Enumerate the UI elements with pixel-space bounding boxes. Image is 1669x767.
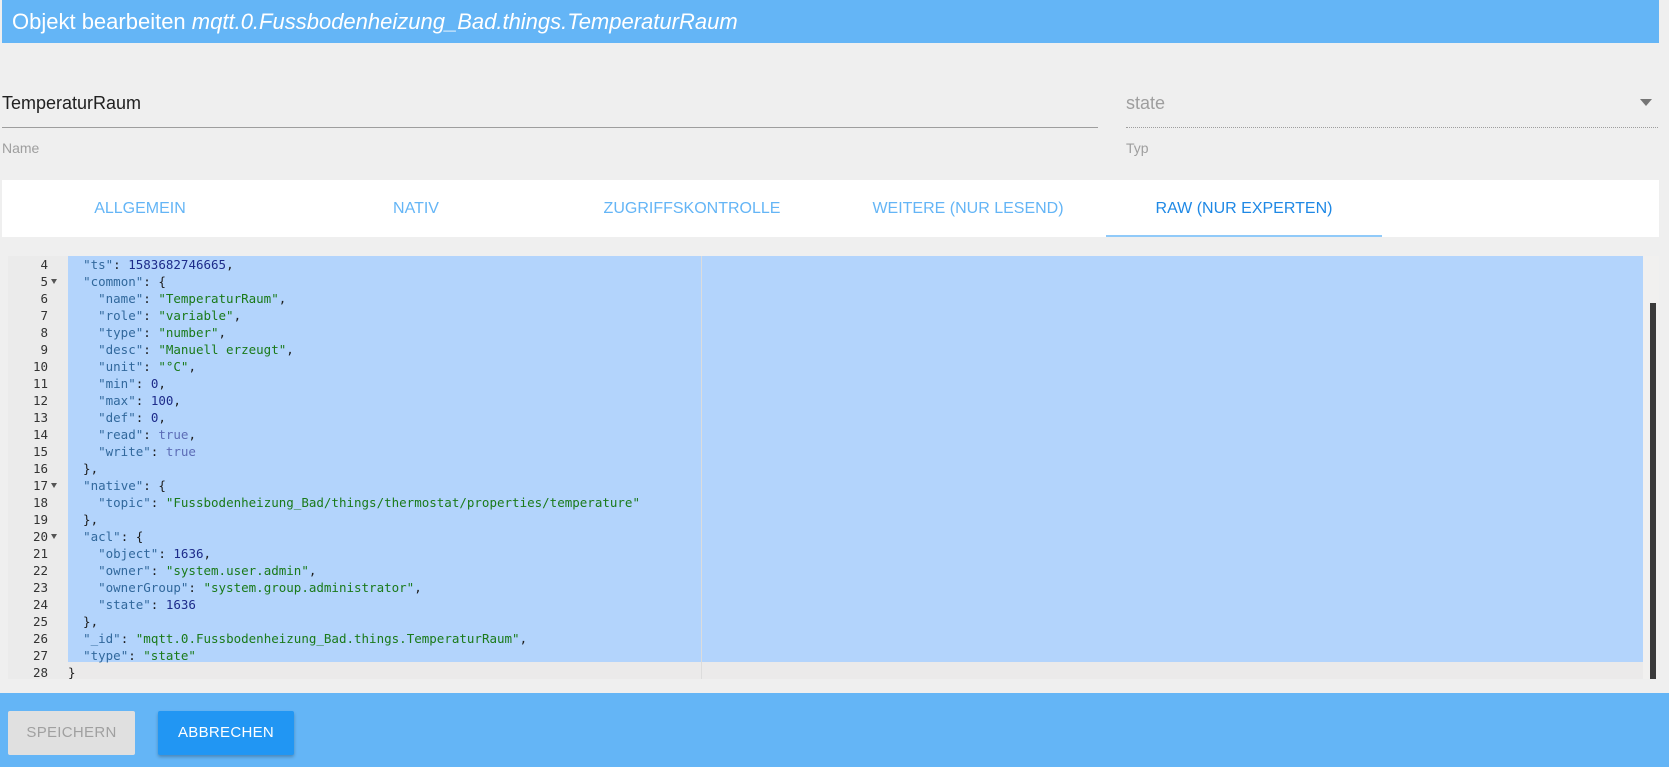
code-text: "topic": "Fussbodenheizung_Bad/things/th… <box>98 495 640 510</box>
code-text: "unit": "°C", <box>98 359 196 374</box>
editor-print-margin <box>701 256 702 679</box>
line-number: 25 <box>32 614 48 629</box>
line-number: 9 <box>40 342 48 357</box>
code-text: "_id": "mqtt.0.Fussbodenheizung_Bad.thin… <box>83 631 528 646</box>
line-number: 26 <box>32 631 48 646</box>
line-number: 20 <box>32 529 48 544</box>
editor-active-line <box>68 662 1643 679</box>
chevron-down-icon[interactable] <box>1640 99 1652 106</box>
code-text: "role": "variable", <box>98 308 242 323</box>
dialog-footer: SPEICHERN ABBRECHEN <box>0 693 1669 767</box>
code-text: "ts": 1583682746665, <box>83 257 234 272</box>
line-number: 22 <box>32 563 48 578</box>
tab-allgemein[interactable]: ALLGEMEIN <box>2 180 278 237</box>
fold-toggle-icon[interactable] <box>51 279 57 284</box>
editor-scrollbar[interactable] <box>1645 256 1659 679</box>
dialog-title-prefix: Objekt bearbeiten <box>12 9 186 34</box>
line-number: 4 <box>40 257 48 272</box>
editor-selection <box>68 256 1643 662</box>
line-number: 16 <box>32 461 48 476</box>
tab-zugriffskontrolle[interactable]: ZUGRIFFSKONTROLLE <box>554 180 830 237</box>
line-number: 13 <box>32 410 48 425</box>
type-field[interactable]: state Typ <box>1126 88 1658 156</box>
fold-toggle-icon[interactable] <box>51 534 57 539</box>
code-text: "desc": "Manuell erzeugt", <box>98 342 294 357</box>
code-text: "max": 100, <box>98 393 181 408</box>
line-number: 17 <box>32 478 48 493</box>
save-button[interactable]: SPEICHERN <box>8 711 135 755</box>
line-number: 10 <box>32 359 48 374</box>
line-number: 24 <box>32 597 48 612</box>
code-text: "native": { <box>83 478 166 493</box>
line-number: 11 <box>32 376 48 391</box>
code-text: "min": 0, <box>98 376 166 391</box>
code-text: "acl": { <box>83 529 144 544</box>
code-text: }, <box>68 512 99 527</box>
line-number: 5 <box>40 274 48 289</box>
name-input[interactable]: TemperaturRaum <box>2 88 1098 128</box>
type-select[interactable]: state <box>1126 88 1658 128</box>
line-number: 23 <box>32 580 48 595</box>
type-select-value: state <box>1126 93 1166 113</box>
line-number: 28 <box>32 665 48 679</box>
fold-toggle-icon[interactable] <box>51 483 57 488</box>
code-text: "type": "state" <box>83 648 196 663</box>
code-text: "object": 1636, <box>98 546 212 561</box>
line-number: 12 <box>32 393 48 408</box>
code-text: }, <box>68 614 99 629</box>
tab-bar: ALLGEMEIN NATIV ZUGRIFFSKONTROLLE WEITER… <box>2 180 1659 237</box>
tab-weitere[interactable]: WEITERE (NUR LESEND) <box>830 180 1106 237</box>
name-label: Name <box>2 140 40 156</box>
line-number: 21 <box>32 546 48 561</box>
line-number: 14 <box>32 427 48 442</box>
tab-nativ[interactable]: NATIV <box>278 180 554 237</box>
line-number: 15 <box>32 444 48 459</box>
code-text: "def": 0, <box>98 410 166 425</box>
line-number: 8 <box>40 325 48 340</box>
editor-scrollbar-thumb[interactable] <box>1650 303 1656 679</box>
line-number: 27 <box>32 648 48 663</box>
code-text: "write": true <box>98 444 196 459</box>
code-text: "state": 1636 <box>98 597 196 612</box>
line-number: 19 <box>32 512 48 527</box>
code-text: "ownerGroup": "system.group.administrato… <box>98 580 422 595</box>
dialog-title-object-id: mqtt.0.Fussbodenheizung_Bad.things.Tempe… <box>191 9 738 34</box>
cancel-button[interactable]: ABBRECHEN <box>158 711 294 755</box>
code-text: "read": true, <box>98 427 196 442</box>
code-text: }, <box>68 461 99 476</box>
code-text: "name": "TemperaturRaum", <box>98 291 287 306</box>
json-code-editor[interactable]: 4 "ts": 1583682746665, 5 "common": { 6 "na… <box>8 256 1659 679</box>
tab-raw[interactable]: RAW (NUR EXPERTEN) <box>1106 180 1382 237</box>
code-text: "common": { <box>83 274 166 289</box>
code-text: "type": "number", <box>98 325 227 340</box>
line-number: 6 <box>40 291 48 306</box>
dialog-title: Objekt bearbeiten mqtt.0.Fussbodenheizun… <box>2 0 1659 43</box>
line-number: 18 <box>32 495 48 510</box>
name-field[interactable]: TemperaturRaum Name <box>2 88 1098 156</box>
code-text: "owner": "system.user.admin", <box>98 563 317 578</box>
type-label: Typ <box>1126 140 1149 156</box>
line-number: 7 <box>40 308 48 323</box>
code-text: } <box>68 665 76 679</box>
